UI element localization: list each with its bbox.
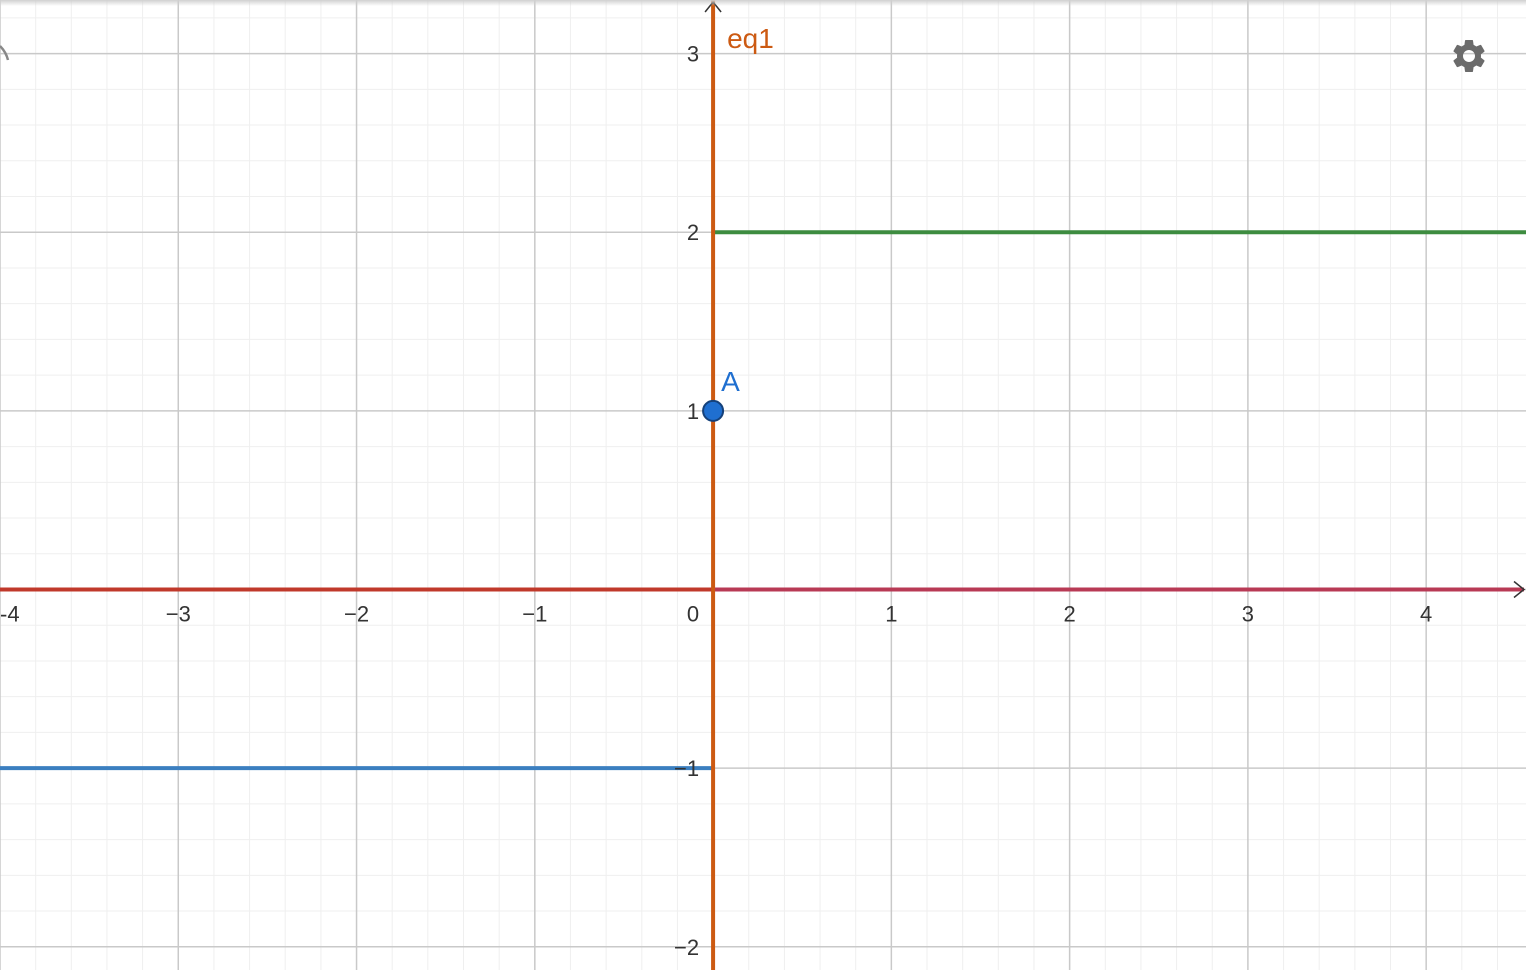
x-tick-label: 3 (1242, 602, 1254, 627)
x-tick-label: -4 (0, 602, 20, 627)
point-a (702, 399, 725, 422)
graphing-view[interactable]: -4 −3 −2 −1 1 2 3 4 3 2 1 −1 −2 0 Aeq1 (0, 0, 1526, 970)
plotted-lines (0, 230, 1526, 771)
y-tick-label: −1 (674, 756, 699, 781)
x-tick-label: −3 (166, 602, 191, 627)
tick-labels: -4 −3 −2 −1 1 2 3 4 3 2 1 −1 −2 0 (0, 42, 1432, 960)
y-tick-label: −2 (674, 935, 699, 960)
y-tick-label: 1 (687, 399, 699, 424)
origin-label: 0 (687, 602, 699, 627)
axes (0, 0, 1526, 970)
x-tick-label: 2 (1064, 602, 1076, 627)
y-tick-label: 2 (687, 220, 699, 245)
settings-button[interactable] (1446, 33, 1492, 79)
x-tick-label: 1 (885, 602, 897, 627)
major-gridlines (0, 0, 1526, 970)
graph-canvas[interactable]: -4 −3 −2 −1 1 2 3 4 3 2 1 −1 −2 0 Aeq1 (0, 0, 1526, 970)
x-tick-label: 4 (1420, 602, 1432, 627)
toolbar-shadow (0, 0, 1526, 6)
x-tick-label: −1 (522, 602, 547, 627)
y-tick-label: 3 (687, 42, 699, 67)
point-a-label: A (721, 366, 740, 397)
eq1-label: eq1 (727, 23, 774, 54)
gear-icon (1453, 39, 1485, 72)
minor-gridlines (0, 0, 1526, 970)
x-tick-label: −2 (344, 602, 369, 627)
